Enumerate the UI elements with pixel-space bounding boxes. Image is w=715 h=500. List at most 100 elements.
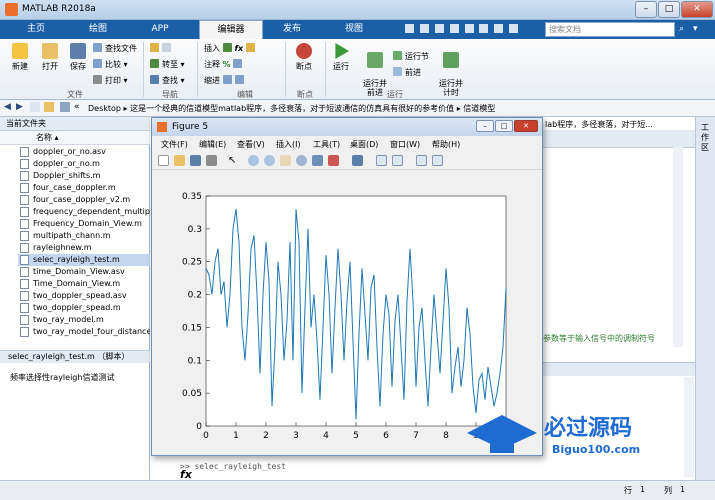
new-button[interactable]: 新建 [6, 43, 34, 72]
list-item[interactable]: Doppler_shifts.m [18, 170, 150, 182]
ribbon-expand-icon[interactable]: ▾ [693, 24, 698, 34]
redo-quick-icon[interactable] [479, 24, 489, 33]
drive-icon[interactable] [60, 102, 70, 112]
menu-help[interactable]: 帮助(H) [432, 139, 460, 150]
list-item[interactable]: doppler_or_no.asv [18, 146, 150, 158]
save-figure-icon[interactable] [190, 155, 201, 166]
figure-minimize-button[interactable]: – [476, 120, 494, 132]
editor-scrollbar[interactable] [673, 147, 683, 347]
brush-icon[interactable] [328, 155, 339, 166]
tab-publish[interactable]: 发布 [266, 20, 318, 39]
indent-button[interactable]: 缩进 [204, 75, 247, 86]
list-item[interactable]: two_doppler_spead.m [18, 302, 150, 314]
back-arrow-icon[interactable]: ◀ [4, 102, 11, 112]
paste-quick-icon[interactable] [449, 24, 459, 33]
browse-folder-icon[interactable] [44, 102, 54, 112]
breadcrumb-desktop[interactable]: Desktop [88, 104, 121, 113]
list-item[interactable]: rayleighnew.m [18, 242, 150, 254]
new-figure-icon[interactable] [158, 155, 169, 166]
search-icon[interactable]: ⌕ [679, 24, 684, 34]
comment-button[interactable]: 注释 % [204, 59, 245, 70]
tab-editor[interactable]: 编辑器 [199, 20, 263, 39]
insert-button[interactable]: 插入 fx [204, 43, 258, 54]
run-button[interactable]: 运行 [328, 43, 354, 72]
run-icon [335, 43, 349, 59]
list-item[interactable]: two_doppler_spead.asv [18, 290, 150, 302]
open-button[interactable]: 打开 [36, 43, 64, 72]
zoom-in-icon[interactable] [248, 155, 259, 166]
copy-quick-icon[interactable] [434, 24, 444, 33]
forward-arrow-icon[interactable]: ▶ [16, 102, 23, 112]
menu-view[interactable]: 查看(V) [237, 139, 265, 150]
list-item[interactable]: four_case_doppler.m [18, 182, 150, 194]
list-item[interactable]: doppler_or_no.m [18, 158, 150, 170]
menu-desktop[interactable]: 桌面(D) [350, 139, 378, 150]
list-item[interactable]: two_ray_model_four_distance [18, 326, 150, 338]
list-item[interactable]: frequency_dependent_multipa [18, 206, 150, 218]
figure-maximize-button[interactable]: □ [495, 120, 513, 132]
menu-window[interactable]: 窗口(W) [390, 139, 420, 150]
find-files-button[interactable]: 查找文件 [93, 43, 137, 54]
pan-icon[interactable] [280, 155, 291, 166]
m-file-icon [20, 279, 29, 289]
colorbar-icon[interactable] [376, 155, 387, 166]
print-figure-icon[interactable] [206, 155, 217, 166]
data-cursor-icon[interactable] [312, 155, 323, 166]
tab-view[interactable]: 视图 [328, 20, 380, 39]
list-item[interactable]: four_case_doppler_v2.m [18, 194, 150, 206]
minimize-button[interactable]: – [635, 1, 657, 18]
compare-button[interactable]: 比较 ▾ [93, 59, 128, 70]
command-line[interactable]: >> selec_rayleigh_test [180, 462, 286, 471]
pointer-icon[interactable]: ↖ [228, 155, 239, 166]
list-item[interactable]: Frequency_Domain_View.m [18, 218, 150, 230]
list-item[interactable]: Time_Domain_View.m [18, 278, 150, 290]
save-button[interactable]: 保存 [64, 43, 92, 72]
breadcrumb-folder[interactable]: 这是一个经典的信道模型matlab程序，多径衰落，对于短波通信的仿真具有很好的参… [130, 104, 454, 113]
search-docs-input[interactable]: 搜索文档 [545, 22, 675, 37]
save-quick-icon[interactable] [405, 24, 414, 33]
fx-icon[interactable]: fx [235, 44, 244, 53]
list-item[interactable]: two_ray_model.m [18, 314, 150, 326]
switch-window-icon[interactable] [494, 24, 504, 33]
close-button[interactable]: ✕ [681, 1, 713, 18]
menu-insert[interactable]: 插入(I) [276, 139, 301, 150]
list-item-selected[interactable]: selec_rayleigh_test.m [18, 254, 150, 266]
workspace-label[interactable]: 工作区 [701, 123, 711, 153]
link-plot-icon[interactable] [352, 155, 363, 166]
legend-icon[interactable] [392, 155, 403, 166]
help-quick-icon[interactable] [509, 24, 519, 33]
rotate-icon[interactable] [296, 155, 307, 166]
command-scrollbar[interactable] [684, 377, 694, 477]
print-button[interactable]: 打印 ▾ [93, 75, 128, 86]
show-plot-tools-icon[interactable] [432, 155, 443, 166]
menu-edit[interactable]: 编辑(E) [199, 139, 226, 150]
list-item[interactable]: multipath_chann.m [18, 230, 150, 242]
m-file-icon [20, 255, 29, 265]
undo-quick-icon[interactable] [464, 24, 474, 33]
menu-file[interactable]: 文件(F) [161, 139, 188, 150]
goto-button[interactable]: 转至 ▾ [150, 59, 185, 70]
tab-home[interactable]: 主页 [10, 20, 62, 39]
advance-button[interactable]: 前进 [393, 67, 421, 78]
run-time-button[interactable]: 运行并 计时 [436, 43, 466, 97]
menu-tools[interactable]: 工具(T) [313, 139, 340, 150]
list-item[interactable]: time_Domain_View.asv [18, 266, 150, 278]
up-folder-icon[interactable] [30, 102, 40, 112]
breakpoints-button[interactable]: 断点 [290, 43, 318, 72]
maximize-button[interactable]: □ [658, 1, 680, 18]
go-back-icon [150, 43, 159, 52]
nav-arrows[interactable] [150, 43, 174, 53]
column-header-name[interactable]: 名称 ▴ [0, 131, 150, 145]
x-tick-label: 0 [203, 431, 209, 441]
open-file-icon[interactable] [174, 155, 185, 166]
tab-apps[interactable]: APP [134, 20, 186, 39]
run-section-button[interactable]: 运行节 [393, 51, 429, 62]
zoom-out-icon[interactable] [264, 155, 275, 166]
find-button[interactable]: 查找 ▾ [150, 75, 185, 86]
hide-plot-tools-icon[interactable] [416, 155, 427, 166]
tab-plots[interactable]: 绘图 [72, 20, 124, 39]
path-expander-icon[interactable]: « [74, 102, 80, 112]
cut-quick-icon[interactable] [419, 24, 429, 33]
figure-close-button[interactable]: ✕ [514, 120, 538, 132]
breadcrumb-subfolder[interactable]: 信道模型 [463, 104, 495, 113]
